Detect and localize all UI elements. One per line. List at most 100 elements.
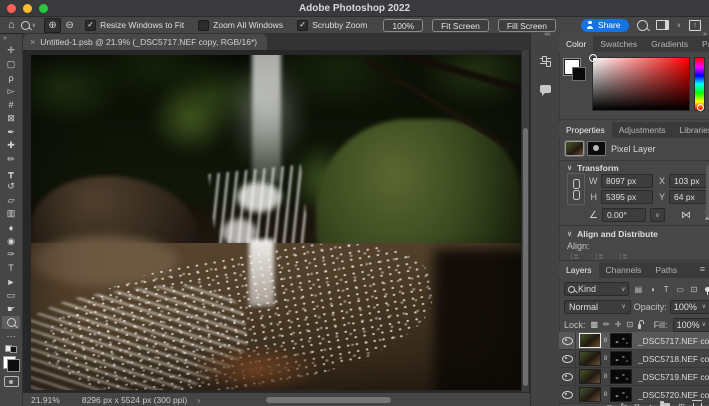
- filter-smart-objects-icon[interactable]: ⊡: [689, 285, 699, 294]
- workspace-chevron-icon[interactable]: ∨: [677, 22, 681, 29]
- layer-visibility-toggle[interactable]: [559, 332, 576, 349]
- color-field-marker[interactable]: [589, 54, 597, 62]
- sliders-panel-icon[interactable]: [540, 55, 551, 66]
- status-zoom-level[interactable]: 21.91%: [31, 395, 60, 405]
- foreground-background-swatches[interactable]: [3, 356, 20, 372]
- comments-panel-icon[interactable]: [540, 85, 551, 93]
- tab-libraries[interactable]: Libraries: [673, 122, 709, 138]
- tool-eraser[interactable]: ▱: [2, 194, 20, 208]
- tool-move[interactable]: ✛: [2, 44, 20, 58]
- tool-brush[interactable]: ✏: [2, 153, 20, 167]
- layer-visibility-toggle[interactable]: [559, 368, 576, 385]
- zoom-out-button[interactable]: ⊖: [61, 18, 78, 33]
- new-group-icon[interactable]: [660, 403, 670, 406]
- transform-section-header[interactable]: ∨ Transform: [567, 163, 619, 173]
- export-icon[interactable]: ↑: [689, 20, 701, 31]
- lock-artboard-icon[interactable]: ⊡: [626, 320, 633, 329]
- tab-paths[interactable]: Paths: [648, 262, 684, 278]
- close-tab-icon[interactable]: ×: [30, 37, 35, 47]
- zoom-all-windows-checkbox[interactable]: Zoom All Windows: [198, 20, 283, 31]
- tab-channels[interactable]: Channels: [599, 262, 649, 278]
- vertical-scrollbar[interactable]: [521, 50, 529, 392]
- align-center-icon[interactable]: [596, 253, 604, 260]
- layer-thumbnail[interactable]: [579, 387, 601, 402]
- tab-properties[interactable]: Properties: [559, 122, 612, 138]
- x-field[interactable]: 103 px: [669, 174, 709, 188]
- fit-screen-button[interactable]: Fit Screen: [432, 19, 489, 32]
- tool-eyedropper[interactable]: ✒: [2, 126, 20, 140]
- tool-lasso[interactable]: ρ: [2, 71, 20, 85]
- tab-color[interactable]: Color: [559, 36, 593, 52]
- toolbar-ellipsis-icon[interactable]: ⋯: [2, 329, 20, 343]
- y-field[interactable]: 64 px: [669, 190, 709, 204]
- resize-windows-checkbox[interactable]: ✓ Resize Windows to Fit: [85, 20, 184, 31]
- lock-all-icon[interactable]: [638, 324, 640, 329]
- tool-gradient[interactable]: ▥: [2, 207, 20, 221]
- panel-menu-icon[interactable]: ≡: [700, 262, 709, 278]
- tool-crop[interactable]: #: [2, 98, 20, 112]
- opacity-select[interactable]: 100% ∨: [670, 300, 709, 314]
- home-icon[interactable]: ⌂: [8, 19, 15, 31]
- angle-field[interactable]: 0.00°: [602, 208, 646, 222]
- blend-mode-select[interactable]: Normal ∨: [564, 300, 631, 314]
- collapse-panels-icon[interactable]: ««: [544, 31, 550, 38]
- layer-mask-thumbnail[interactable]: [610, 369, 632, 384]
- fill-select[interactable]: 100% ∨: [673, 318, 709, 332]
- layer-thumbnail[interactable]: [579, 369, 601, 384]
- status-menu-chevron-icon[interactable]: ›: [197, 395, 200, 405]
- height-field[interactable]: 5395 px: [601, 190, 653, 204]
- tool-object-selection[interactable]: ▻: [2, 85, 20, 99]
- vertical-scrollbar-thumb[interactable]: [523, 128, 528, 386]
- fill-screen-button[interactable]: Fill Screen: [498, 19, 556, 32]
- quick-mask-icon[interactable]: [4, 376, 19, 387]
- mask-thumbnail-button[interactable]: [587, 141, 606, 156]
- tool-zoom[interactable]: [2, 316, 20, 330]
- tool-type[interactable]: T: [2, 262, 20, 276]
- layer-name[interactable]: _DSC5717.NEF copy: [638, 336, 709, 346]
- layer-effects-icon[interactable]: fx: [620, 402, 626, 406]
- tool-dodge[interactable]: ◉: [2, 234, 20, 248]
- share-button[interactable]: Share: [581, 19, 629, 32]
- layer-row[interactable]: 8 _DSC5718.NEF copy: [559, 350, 709, 368]
- filter-toggle-icon[interactable]: [705, 287, 709, 292]
- saturation-brightness-field[interactable]: [592, 57, 690, 111]
- hue-slider[interactable]: [694, 57, 705, 111]
- layer-visibility-toggle[interactable]: [559, 350, 576, 367]
- filter-shape-layers-icon[interactable]: ▭: [675, 285, 685, 294]
- search-icon[interactable]: [637, 20, 648, 31]
- filter-adjustment-layers-icon[interactable]: ◑: [647, 285, 657, 294]
- tool-path-selection[interactable]: ►: [2, 275, 20, 289]
- zoom-in-button[interactable]: ⊕: [44, 18, 61, 33]
- layer-row[interactable]: 8 _DSC5719.NEF copy: [559, 368, 709, 386]
- tool-frame[interactable]: ⊠: [2, 112, 20, 126]
- align-right-icon[interactable]: [620, 253, 628, 260]
- horizontal-scrollbar-thumb[interactable]: [266, 397, 391, 403]
- default-swap-colors-icon[interactable]: [5, 345, 17, 353]
- link-layers-icon[interactable]: ∞: [607, 402, 613, 406]
- tab-layers[interactable]: Layers: [559, 262, 599, 278]
- filter-kind-select[interactable]: Kind ∨: [564, 282, 629, 296]
- delete-layer-icon[interactable]: [693, 403, 702, 406]
- lock-transparent-icon[interactable]: ▩: [591, 320, 599, 329]
- add-mask-icon[interactable]: ◘: [635, 402, 640, 406]
- layer-name[interactable]: _DSC5719.NEF copy: [638, 372, 709, 382]
- tool-blur[interactable]: ♦: [2, 221, 20, 235]
- layer-mask-thumbnail[interactable]: [610, 387, 632, 402]
- align-section-header[interactable]: ∨ Align and Distribute: [567, 229, 658, 239]
- tool-healing-brush[interactable]: ✚: [2, 139, 20, 153]
- tab-patterns[interactable]: Patterns: [695, 36, 709, 52]
- layer-thumbnail[interactable]: [579, 333, 601, 348]
- tool-pen[interactable]: ✑: [2, 248, 20, 262]
- adjustment-layer-icon[interactable]: ◑: [647, 402, 652, 406]
- zoom-100-button[interactable]: 100%: [383, 19, 423, 32]
- workspace-icon[interactable]: [656, 20, 669, 30]
- filter-pixel-layers-icon[interactable]: ▤: [633, 285, 643, 294]
- tool-marquee[interactable]: ▢: [2, 58, 20, 72]
- canvas-area[interactable]: [23, 50, 530, 392]
- tab-adjustments[interactable]: Adjustments: [612, 122, 673, 138]
- toolbar-expand-icon[interactable]: »: [0, 35, 7, 42]
- zoom-tool-preset[interactable]: ∨: [21, 21, 36, 30]
- scrubby-zoom-checkbox[interactable]: ✓ Scrubby Zoom: [297, 20, 367, 31]
- width-field[interactable]: 8097 px: [601, 174, 653, 188]
- layer-name[interactable]: _DSC5720.NEF copy: [638, 390, 709, 400]
